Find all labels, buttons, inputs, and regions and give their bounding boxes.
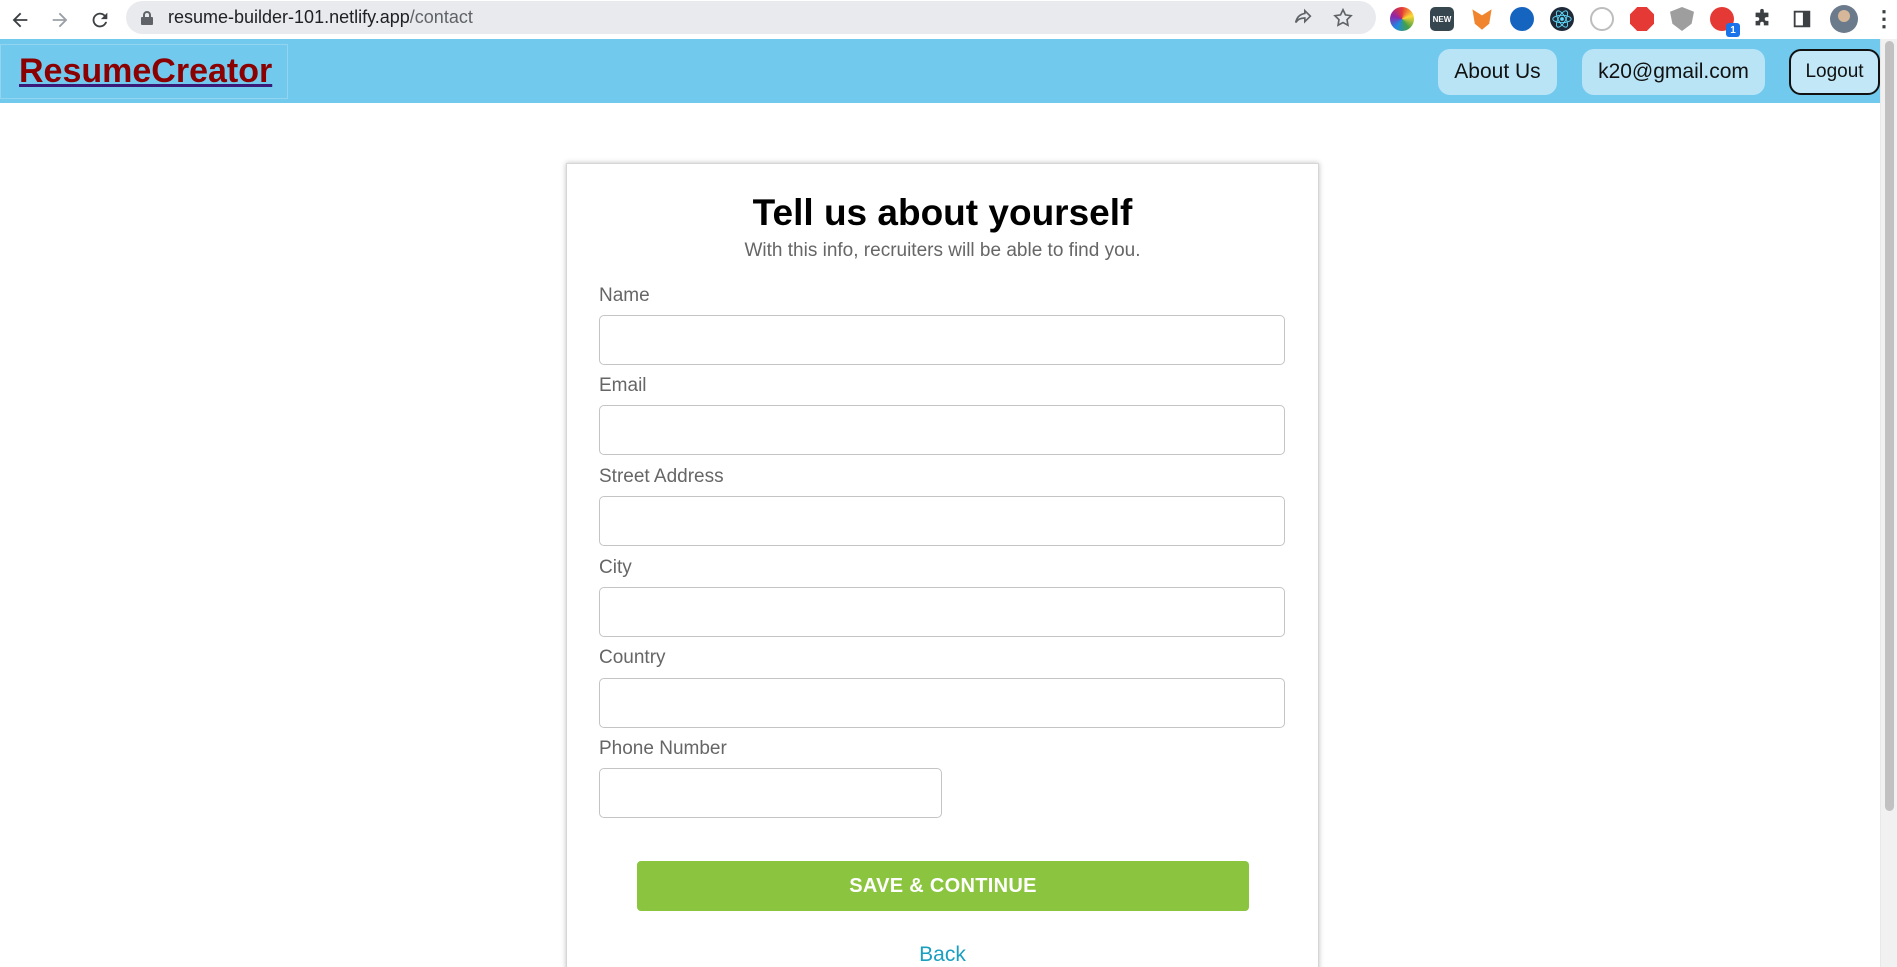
color-wheel-icon[interactable] [1390, 7, 1414, 31]
back-link[interactable]: Back [567, 943, 1318, 967]
save-and-continue-button[interactable]: SAVE & CONTINUE [637, 861, 1249, 911]
name-label: Name [599, 285, 650, 306]
extensions-bar: NEW 1 ⋮ [1390, 2, 1895, 37]
brand-logo-link[interactable]: ResumeCreator [19, 52, 272, 91]
scrollbar-thumb[interactable] [1885, 41, 1894, 811]
browser-menu-icon[interactable]: ⋮ [1873, 5, 1895, 33]
contact-form-card: Tell us about yourself With this info, r… [566, 163, 1319, 967]
form-subtitle: With this info, recruiters will be able … [744, 240, 1141, 261]
form-title: Tell us about yourself [752, 192, 1133, 233]
phone-number-label: Phone Number [599, 738, 727, 759]
side-panel-icon[interactable] [1790, 7, 1814, 31]
about-us-button[interactable]: About Us [1438, 49, 1557, 95]
street-address-label: Street Address [599, 466, 724, 487]
address-bar[interactable]: resume-builder-101.netlify.app/contact [126, 1, 1376, 34]
city-label: City [599, 557, 632, 578]
reload-icon[interactable] [80, 0, 120, 39]
share-icon[interactable] [1292, 7, 1314, 29]
back-arrow-icon[interactable] [0, 0, 40, 39]
email-label: Email [599, 375, 647, 396]
lock-icon [141, 10, 153, 25]
metamask-fox-icon[interactable] [1472, 9, 1492, 30]
red-shield-badge-icon[interactable]: 1 [1710, 7, 1740, 37]
street-address-input[interactable] [599, 496, 1285, 546]
city-input[interactable] [599, 587, 1285, 637]
app-header: ResumeCreator About Us k20@gmail.com Log… [0, 39, 1880, 103]
circle-outline-icon[interactable] [1590, 7, 1614, 31]
phone-number-input[interactable] [599, 768, 942, 818]
email-input[interactable] [599, 405, 1285, 455]
user-email-button[interactable]: k20@gmail.com [1582, 49, 1765, 95]
name-input[interactable] [599, 315, 1285, 365]
country-input[interactable] [599, 678, 1285, 728]
extension-badge: 1 [1726, 23, 1740, 37]
red-stop-hand-icon[interactable] [1630, 7, 1654, 31]
country-label: Country [599, 647, 666, 668]
logout-button[interactable]: Logout [1789, 49, 1880, 95]
forward-arrow-icon[interactable] [40, 0, 80, 39]
gray-shield-icon[interactable] [1670, 7, 1694, 31]
react-atom-icon[interactable] [1550, 7, 1574, 31]
new-badge-icon[interactable]: NEW [1430, 7, 1454, 31]
blue-circle-icon[interactable] [1510, 7, 1534, 31]
brand-container: ResumeCreator [0, 44, 288, 99]
page-scrollbar[interactable] [1880, 39, 1897, 967]
profile-avatar[interactable] [1830, 5, 1858, 33]
url-text: resume-builder-101.netlify.app/contact [168, 7, 473, 27]
puzzle-piece-icon[interactable] [1750, 7, 1774, 31]
bookmark-star-icon[interactable] [1332, 7, 1354, 29]
browser-toolbar: resume-builder-101.netlify.app/contact N… [0, 0, 1897, 39]
